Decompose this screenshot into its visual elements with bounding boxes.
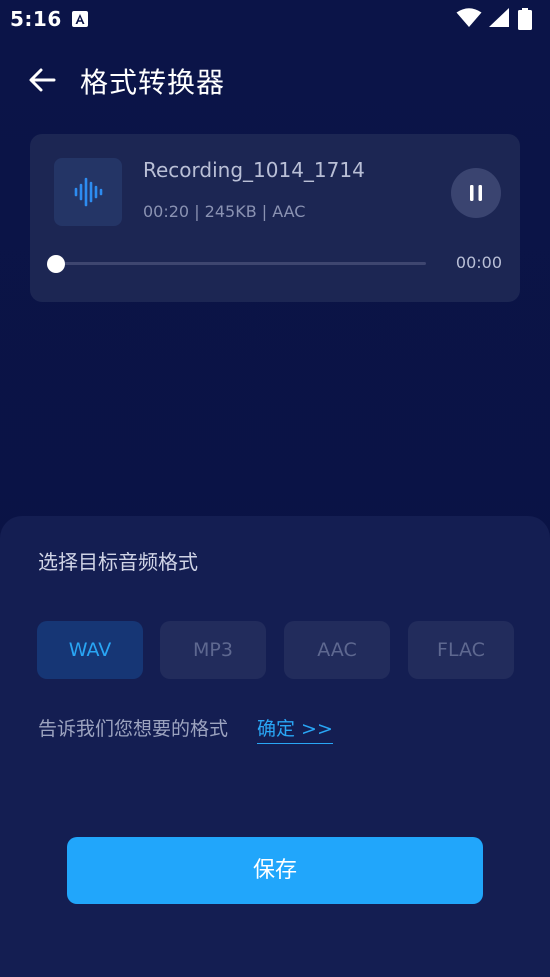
format-hint: 告诉我们您想要的格式: [38, 718, 229, 740]
battery-icon: [518, 8, 532, 30]
a-letter-icon: [72, 11, 88, 27]
arrow-left-icon[interactable]: [24, 62, 60, 98]
save-button[interactable]: 保存: [67, 837, 483, 904]
recording-name: Recording_1014_1714: [143, 158, 365, 182]
status-bar: 5:16: [0, 0, 550, 38]
progress-thumb[interactable]: [47, 255, 65, 273]
current-time: 00:00: [455, 253, 502, 272]
confirm-link[interactable]: 确定 >>: [257, 714, 333, 744]
page-title: 格式转换器: [80, 66, 226, 99]
screen: 5:16 格式转换器 Recording_1014_1714 00:20 | 2…: [0, 0, 550, 977]
format-options: WAV MP3 AAC FLAC: [37, 621, 514, 679]
format-option-aac[interactable]: AAC: [284, 621, 390, 679]
pause-icon: [470, 185, 482, 201]
signal-icon: [489, 8, 509, 27]
app-bar: 格式转换器: [0, 50, 550, 110]
status-time: 5:16: [10, 7, 62, 31]
pause-button[interactable]: [451, 168, 501, 218]
recording-meta: 00:20 | 245KB | AAC: [143, 202, 306, 221]
format-option-mp3[interactable]: MP3: [160, 621, 266, 679]
status-icons: [456, 8, 538, 30]
waveform-icon: [74, 177, 103, 207]
recording-card: Recording_1014_1714 00:20 | 245KB | AAC …: [30, 134, 520, 302]
recording-thumbnail: [54, 158, 122, 226]
format-option-flac[interactable]: FLAC: [408, 621, 514, 679]
format-sheet: 选择目标音频格式 WAV MP3 AAC FLAC 告诉我们您想要的格式 确定 …: [0, 516, 550, 977]
progress-track[interactable]: [56, 262, 426, 265]
wifi-icon: [456, 8, 482, 27]
sheet-title: 选择目标音频格式: [38, 550, 198, 574]
format-option-wav[interactable]: WAV: [37, 621, 143, 679]
